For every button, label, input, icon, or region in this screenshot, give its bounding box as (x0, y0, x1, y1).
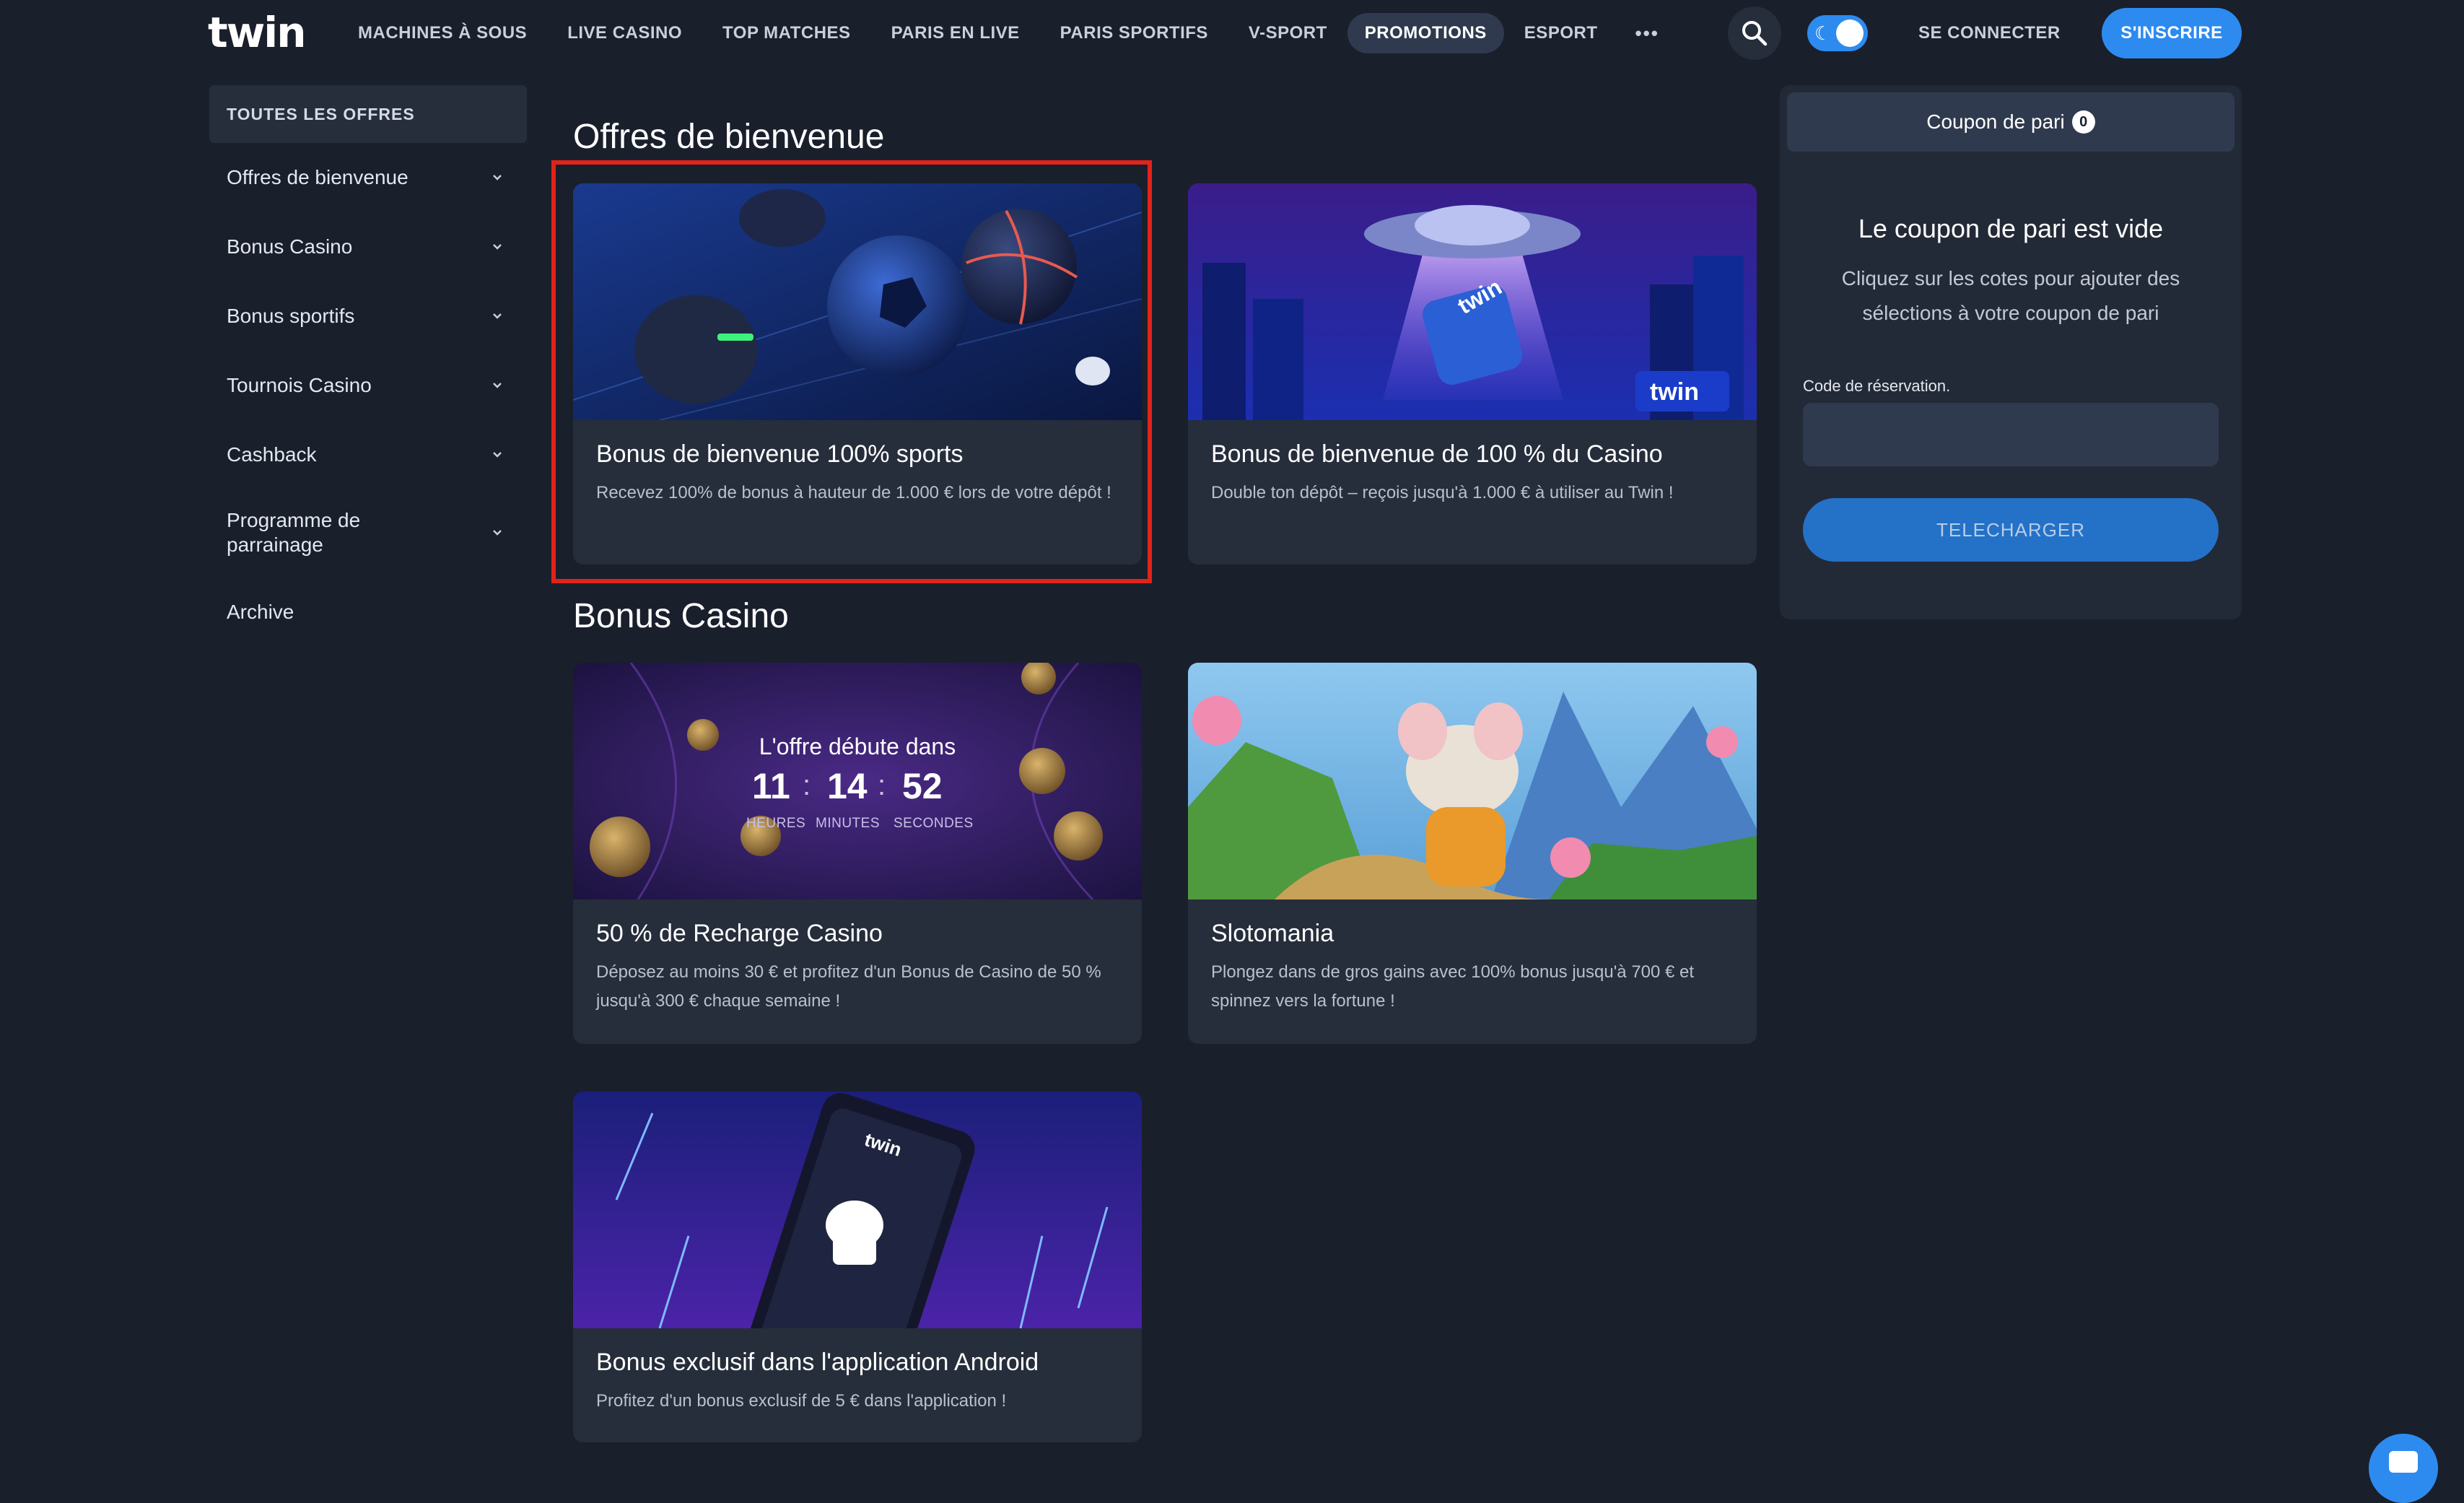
mouse-character-icon (1188, 663, 1757, 899)
sidebar-item-tournois-casino[interactable]: Tournois Casino (209, 351, 527, 420)
countdown-separator: : (803, 770, 811, 801)
download-button[interactable]: TELECHARGER (1803, 498, 2219, 562)
nav-esport[interactable]: ESPORT (1504, 13, 1618, 53)
coupon-tab-label: Coupon de pari (1926, 110, 2065, 133)
coupon-tab[interactable]: Coupon de pari 0 (1787, 92, 2234, 152)
section-title-bonus-casino: Bonus Casino (573, 597, 789, 635)
card-description: Double ton dépôt – reçois jusqu'à 1.000 … (1211, 483, 1674, 502)
sidebar-item-bonus-sportifs[interactable]: Bonus sportifs (209, 282, 527, 351)
promo-card-slotomania[interactable]: Slotomania Plongez dans de gros gains av… (1188, 663, 1757, 1044)
promo-card-android-app[interactable]: twin Bonus exclusif dans l'application A… (573, 1092, 1142, 1442)
offers-sidebar: TOUTES LES OFFRES Offres de bienvenue Bo… (209, 85, 527, 648)
nav-live-casino[interactable]: LIVE CASINO (547, 13, 702, 53)
chevron-down-icon (493, 452, 502, 458)
card-title: 50 % de Recharge Casino (596, 920, 883, 947)
countdown-minutes: 14 (827, 766, 868, 806)
all-offers-button[interactable]: TOUTES LES OFFRES (209, 85, 527, 143)
toggle-knob (1836, 19, 1864, 47)
sidebar-item-label: Bonus sportifs (227, 305, 355, 327)
coupon-empty-title: Le coupon de pari est vide (1858, 214, 2164, 243)
card-description: Profitez d'un bonus exclusif de 5 € dans… (596, 1391, 1007, 1411)
coupon-hint: Cliquez sur les cotes pour ajouter des s… (1841, 267, 2180, 324)
sidebar-item-offres-de-bienvenue[interactable]: Offres de bienvenue (209, 143, 527, 212)
promo-card-recharge-casino[interactable]: L'offre débute dans 11 : 14 : 52 HEURES … (573, 663, 1142, 1044)
sidebar-item-cashback[interactable]: Cashback (209, 420, 527, 489)
nav-machines-a-sous[interactable]: MACHINES À SOUS (338, 13, 547, 53)
android-phone-icon: twin (573, 1092, 1142, 1328)
countdown-coins-icon: L'offre débute dans 11 : 14 : 52 HEURES … (573, 663, 1142, 899)
sidebar-item-label: Tournois Casino (227, 374, 372, 396)
sidebar-item-label: Archive (227, 601, 294, 623)
countdown-seconds-label: SECONDES (894, 816, 974, 831)
sidebar-item-archive[interactable]: Archive (209, 576, 527, 648)
nav-v-sport[interactable]: V-SPORT (1228, 13, 1347, 53)
chat-button[interactable] (2369, 1434, 2438, 1503)
sidebar-item-label: Offres de bienvenue (227, 166, 409, 188)
card-description: Déposez au moins 30 € et profitez d'un B… (596, 962, 1101, 1011)
card-title: Bonus exclusif dans l'application Androi… (596, 1349, 1039, 1376)
reservation-code-input[interactable] (1803, 403, 2219, 466)
sidebar-item-programme-de-parrainage[interactable]: Programme de parrainage (209, 489, 527, 576)
search-button[interactable] (1728, 6, 1781, 60)
card-description: Plongez dans de gros gains avec 100% bon… (1211, 962, 1695, 1011)
card-title: Bonus de bienvenue de 100 % du Casino (1211, 440, 1663, 468)
countdown-timer: L'offre débute dans 11 : 14 : 52 HEURES … (573, 663, 1142, 899)
top-header: twin MACHINES À SOUS LIVE CASINO TOP MAT… (0, 0, 2464, 66)
chevron-down-icon (493, 244, 502, 250)
countdown-title: L'offre débute dans (759, 733, 956, 759)
reservation-code-label: Code de réservation. (1803, 377, 1951, 395)
nav-top-matches[interactable]: TOP MATCHES (702, 13, 871, 53)
countdown-minutes-label: MINUTES (816, 816, 880, 831)
chevron-down-icon (493, 175, 502, 180)
ufo-cube-icon: twin twin (1188, 183, 1757, 420)
chevron-down-icon (493, 530, 502, 536)
more-menu-icon[interactable]: ••• (1617, 13, 1676, 53)
countdown-separator: : (878, 770, 886, 801)
promo-card-casino-welcome[interactable]: twin twin Bonus de bienvenue de 100 % du… (1188, 183, 1757, 565)
chevron-down-icon (493, 383, 502, 388)
main-nav: MACHINES À SOUS LIVE CASINO TOP MATCHES … (338, 13, 1677, 53)
chevron-down-icon (493, 313, 502, 319)
sidebar-item-label: Bonus Casino (227, 235, 353, 258)
register-button[interactable]: S'INSCRIRE (2102, 8, 2242, 58)
nav-paris-sportifs[interactable]: PARIS SPORTIFS (1040, 13, 1228, 53)
login-button[interactable]: SE CONNECTER (1898, 13, 2081, 53)
nav-paris-en-live[interactable]: PARIS EN LIVE (871, 13, 1040, 53)
selection-highlight (551, 160, 1152, 583)
sidebar-item-label: Programme de parrainage (227, 509, 361, 556)
section-title-offres-de-bienvenue: Offres de bienvenue (573, 118, 885, 156)
moon-icon: ☾ (1814, 22, 1832, 44)
sidebar-item-bonus-casino[interactable]: Bonus Casino (209, 212, 527, 282)
sidebar-item-label: Cashback (227, 443, 317, 466)
chat-icon (2389, 1451, 2418, 1473)
coupon-count-badge: 0 (2071, 110, 2095, 134)
countdown-seconds: 52 (902, 766, 943, 806)
countdown-hours-label: HEURES (746, 816, 806, 831)
card-title: Slotomania (1211, 920, 1334, 947)
bet-coupon-panel: Coupon de pari 0 Le coupon de pari est v… (1780, 85, 2242, 619)
countdown-hours: 11 (752, 766, 790, 806)
theme-toggle[interactable]: ☾ (1807, 15, 1868, 51)
nav-promotions[interactable]: PROMOTIONS (1347, 13, 1504, 53)
search-icon (1742, 21, 1768, 46)
twin-logo[interactable]: twin (208, 10, 309, 55)
svg-text:twin: twin (1650, 378, 1699, 406)
